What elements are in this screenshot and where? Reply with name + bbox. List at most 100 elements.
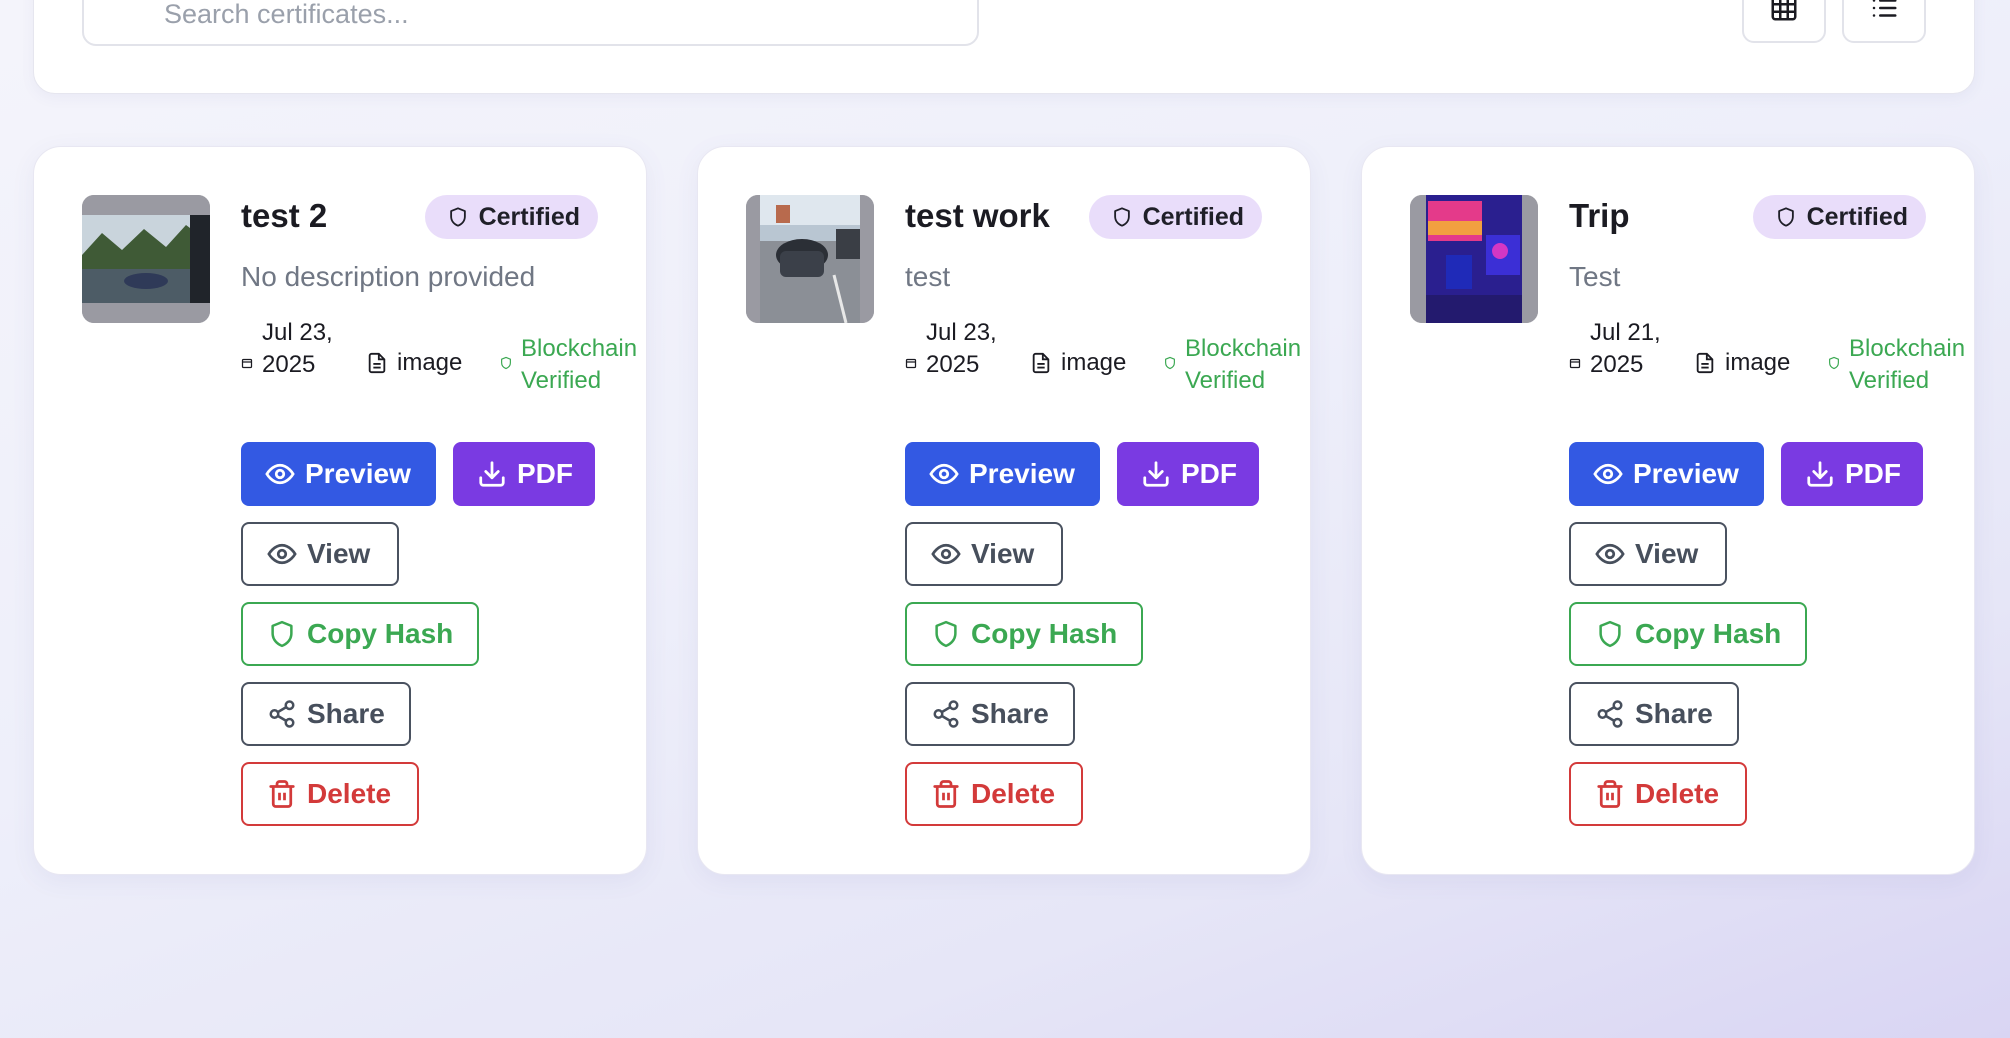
eye-icon bbox=[267, 539, 297, 569]
certificate-thumbnail[interactable] bbox=[1410, 195, 1538, 323]
share-icon bbox=[931, 699, 961, 729]
certificate-description: No description provided bbox=[241, 261, 536, 292]
shield-icon bbox=[1595, 619, 1625, 649]
certificate-thumbnail[interactable] bbox=[82, 195, 210, 323]
certified-badge: Certified bbox=[424, 195, 598, 239]
shield-icon bbox=[1775, 206, 1797, 228]
certificate-type: image bbox=[1061, 349, 1127, 376]
preview-button[interactable]: Preview bbox=[1569, 442, 1764, 506]
certificate-title: Trip bbox=[1569, 197, 1630, 234]
copy-hash-button[interactable]: Copy Hash bbox=[905, 602, 1143, 666]
preview-button[interactable]: Preview bbox=[905, 442, 1100, 506]
pdf-label: PDF bbox=[517, 458, 573, 489]
delete-button[interactable]: Delete bbox=[1569, 762, 1747, 826]
calendar-icon bbox=[1569, 357, 1581, 369]
certificate-thumbnail[interactable] bbox=[746, 195, 874, 323]
copy-hash-button[interactable]: Copy Hash bbox=[241, 602, 479, 666]
file-icon bbox=[1030, 351, 1052, 375]
certificate-card: test work Certified test Jul 23, 2025 im… bbox=[697, 146, 1311, 875]
download-icon bbox=[1805, 459, 1835, 489]
image-thumbnail bbox=[746, 195, 874, 323]
certificate-card: test 2 Certified No description provided… bbox=[33, 146, 647, 875]
view-label: View bbox=[307, 538, 371, 569]
delete-label: Delete bbox=[307, 778, 392, 809]
certificate-date: Jul 23, 2025 bbox=[926, 319, 997, 378]
shield-icon bbox=[447, 206, 469, 228]
copy-hash-label: Copy Hash bbox=[307, 618, 454, 649]
copy-hash-label: Copy Hash bbox=[1635, 618, 1782, 649]
pdf-button[interactable]: PDF bbox=[453, 442, 595, 506]
certificate-card: Trip Certified Test Jul 21, 2025 image B… bbox=[1361, 146, 1975, 875]
preview-label: Preview bbox=[1633, 458, 1739, 489]
certified-badge: Certified bbox=[1088, 195, 1262, 239]
badge-label: Certified bbox=[1806, 202, 1908, 231]
shield-icon bbox=[267, 619, 297, 649]
verification-status: Blockchain Verified bbox=[521, 335, 638, 394]
certificate-type: image bbox=[397, 349, 463, 376]
list-view-button[interactable] bbox=[1842, 0, 1926, 43]
grid-icon bbox=[1771, 0, 1797, 21]
eye-icon bbox=[1593, 459, 1623, 489]
grid-view-button[interactable] bbox=[1742, 0, 1826, 43]
preview-label: Preview bbox=[969, 458, 1075, 489]
search-panel bbox=[33, 0, 1975, 94]
trash-icon bbox=[931, 779, 961, 809]
file-icon bbox=[366, 351, 388, 375]
trash-icon bbox=[267, 779, 297, 809]
download-icon bbox=[1141, 459, 1171, 489]
search-input[interactable] bbox=[164, 0, 944, 31]
pdf-label: PDF bbox=[1181, 458, 1237, 489]
verification-status: Blockchain Verified bbox=[1849, 335, 1966, 394]
list-icon bbox=[1872, 0, 1897, 17]
shield-icon bbox=[1827, 355, 1841, 371]
preview-button[interactable]: Preview bbox=[241, 442, 436, 506]
copy-hash-button[interactable]: Copy Hash bbox=[1569, 602, 1807, 666]
calendar-icon bbox=[241, 357, 253, 369]
delete-button[interactable]: Delete bbox=[905, 762, 1083, 826]
share-button[interactable]: Share bbox=[905, 682, 1075, 746]
view-button[interactable]: View bbox=[1569, 522, 1727, 586]
view-label: View bbox=[971, 538, 1035, 569]
view-button[interactable]: View bbox=[241, 522, 399, 586]
certificate-description: Test bbox=[1569, 261, 1621, 292]
share-icon bbox=[267, 699, 297, 729]
view-label: View bbox=[1635, 538, 1699, 569]
shield-icon bbox=[1163, 355, 1177, 371]
copy-hash-label: Copy Hash bbox=[971, 618, 1118, 649]
badge-label: Certified bbox=[478, 202, 580, 231]
certificate-type: image bbox=[1725, 349, 1791, 376]
share-button[interactable]: Share bbox=[1569, 682, 1739, 746]
shield-icon bbox=[1111, 206, 1133, 228]
certificate-title: test work bbox=[905, 197, 1050, 234]
pdf-button[interactable]: PDF bbox=[1117, 442, 1259, 506]
share-label: Share bbox=[971, 698, 1049, 729]
eye-icon bbox=[1595, 539, 1625, 569]
certificate-title: test 2 bbox=[241, 197, 328, 234]
certificate-date: Jul 21, 2025 bbox=[1590, 319, 1661, 378]
file-icon bbox=[1694, 351, 1716, 375]
certified-badge: Certified bbox=[1752, 195, 1926, 239]
shield-icon bbox=[499, 355, 513, 371]
pdf-label: PDF bbox=[1845, 458, 1901, 489]
preview-label: Preview bbox=[305, 458, 411, 489]
eye-icon bbox=[929, 459, 959, 489]
share-button[interactable]: Share bbox=[241, 682, 411, 746]
view-button[interactable]: View bbox=[905, 522, 1063, 586]
share-icon bbox=[1595, 699, 1625, 729]
image-thumbnail bbox=[82, 195, 210, 323]
shield-icon bbox=[931, 619, 961, 649]
delete-button[interactable]: Delete bbox=[241, 762, 419, 826]
certificate-date: Jul 23, 2025 bbox=[262, 319, 333, 378]
search-box[interactable] bbox=[82, 0, 979, 46]
delete-label: Delete bbox=[1635, 778, 1720, 809]
pdf-button[interactable]: PDF bbox=[1781, 442, 1923, 506]
badge-label: Certified bbox=[1142, 202, 1244, 231]
calendar-icon bbox=[905, 357, 917, 369]
share-label: Share bbox=[1635, 698, 1713, 729]
verification-status: Blockchain Verified bbox=[1185, 335, 1302, 394]
eye-icon bbox=[931, 539, 961, 569]
certificate-description: test bbox=[905, 261, 951, 292]
share-label: Share bbox=[307, 698, 385, 729]
delete-label: Delete bbox=[971, 778, 1056, 809]
image-thumbnail bbox=[1410, 195, 1538, 323]
